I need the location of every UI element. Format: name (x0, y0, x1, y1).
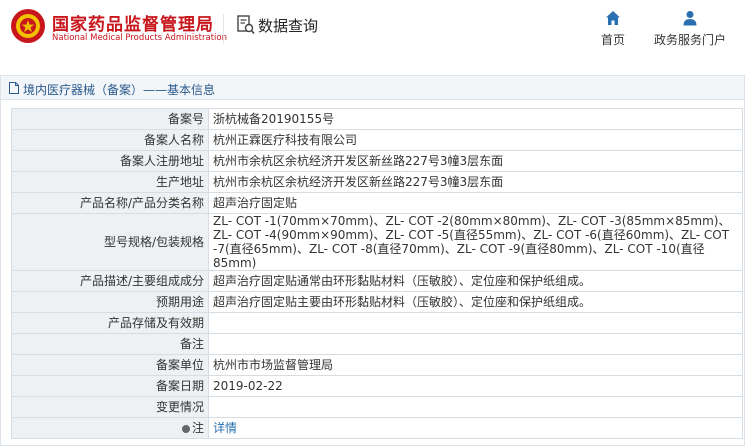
user-icon (683, 11, 697, 26)
field-label: 备案人注册地址 (11, 150, 209, 172)
table-row: 备案日期 2019-02-22 (11, 375, 743, 397)
table-row: 生产地址 杭州市余杭区余杭经济开发区新丝路227号3幢3层东面 (11, 171, 743, 193)
note-label-cell: 注 (11, 417, 209, 439)
nav-service-portal[interactable]: 政务服务门户 (648, 10, 732, 48)
brand-subtitle: National Medical Products Administration (52, 33, 227, 43)
field-value: ZL- COT -1(70mm×70mm)、ZL- COT -2(80mm×80… (208, 213, 743, 271)
field-label: 产品存储及有效期 (11, 312, 209, 334)
nav-service-label: 政务服务门户 (653, 33, 726, 47)
field-value (208, 312, 743, 334)
field-value: 超声治疗固定贴 (208, 192, 743, 214)
header-divider (223, 14, 224, 44)
field-label: 备注 (11, 333, 209, 355)
nav-home-label: 首页 (600, 33, 625, 47)
table-row: 备案人注册地址 杭州市余杭区余杭经济开发区新丝路227号3幢3层东面 (11, 150, 743, 172)
table-row: 型号规格/包装规格 ZL- COT -1(70mm×70mm)、ZL- COT … (11, 213, 743, 271)
table-row: 产品名称/产品分类名称 超声治疗固定贴 (11, 192, 743, 214)
field-label: 变更情况 (11, 396, 209, 418)
table-row: 注 详情 (11, 417, 743, 439)
panel-header: 境内医疗器械（备案）——基本信息 (1, 76, 744, 100)
field-label: 型号规格/包装规格 (11, 213, 209, 271)
field-label: 备案日期 (11, 375, 209, 397)
nav-home[interactable]: 首页 (596, 10, 630, 48)
table-row: 备案人名称 杭州正霖医疗科技有限公司 (11, 129, 743, 151)
field-value (208, 333, 743, 355)
field-value: 超声治疗固定贴主要由环形黏贴材料（压敏胶）、定位座和保护纸组成。 (208, 291, 743, 313)
field-label: 产品描述/主要组成成分 (11, 270, 209, 292)
table-row: 备案单位 杭州市市场监督管理局 (11, 354, 743, 376)
note-icon (181, 424, 190, 433)
field-label: 备案号 (11, 108, 209, 130)
field-label: 备案人名称 (11, 129, 209, 151)
table-row: 产品描述/主要组成成分 超声治疗固定贴通常由环形黏贴材料（压敏胶）、定位座和保护… (11, 270, 743, 292)
table-row: 产品存储及有效期 (11, 312, 743, 334)
brand-title: 国家药品监督管理局 (52, 15, 214, 35)
field-label: 注 (191, 421, 204, 435)
site-header: 国家药品监督管理局 National Medical Products Admi… (0, 0, 745, 64)
panel-title: 境内医疗器械（备案）——基本信息 (23, 83, 216, 97)
field-label: 产品名称/产品分类名称 (11, 192, 209, 214)
field-value: 2019-02-22 (208, 375, 743, 397)
table-row: 备注 (11, 333, 743, 355)
field-value: 杭州市余杭区余杭经济开发区新丝路227号3幢3层东面 (208, 150, 743, 172)
table-row: 预期用途 超声治疗固定贴主要由环形黏贴材料（压敏胶）、定位座和保护纸组成。 (11, 291, 743, 313)
data-query-label: 数据查询 (258, 17, 319, 35)
table-row: 备案号 浙杭械备20190155号 (11, 108, 743, 130)
info-table: 备案号 浙杭械备20190155号 备案人名称 杭州正霖医疗科技有限公司 备案人… (11, 108, 743, 439)
nmpa-emblem-icon (11, 9, 45, 43)
field-value: 杭州正霖医疗科技有限公司 (208, 129, 743, 151)
field-label: 备案单位 (11, 354, 209, 376)
details-link[interactable]: 详情 (213, 421, 237, 435)
field-value: 杭州市余杭区余杭经济开发区新丝路227号3幢3层东面 (208, 171, 743, 193)
note-value-cell: 详情 (208, 417, 743, 439)
home-icon (606, 11, 620, 25)
field-value: 浙杭械备20190155号 (208, 108, 743, 130)
table-row: 变更情况 (11, 396, 743, 418)
field-value: 杭州市市场监督管理局 (208, 354, 743, 376)
data-query-icon (237, 15, 255, 35)
field-label: 预期用途 (11, 291, 209, 313)
field-label: 生产地址 (11, 171, 209, 193)
document-icon (9, 82, 19, 94)
field-value (208, 396, 743, 418)
field-value: 超声治疗固定贴通常由环形黏贴材料（压敏胶）、定位座和保护纸组成。 (208, 270, 743, 292)
